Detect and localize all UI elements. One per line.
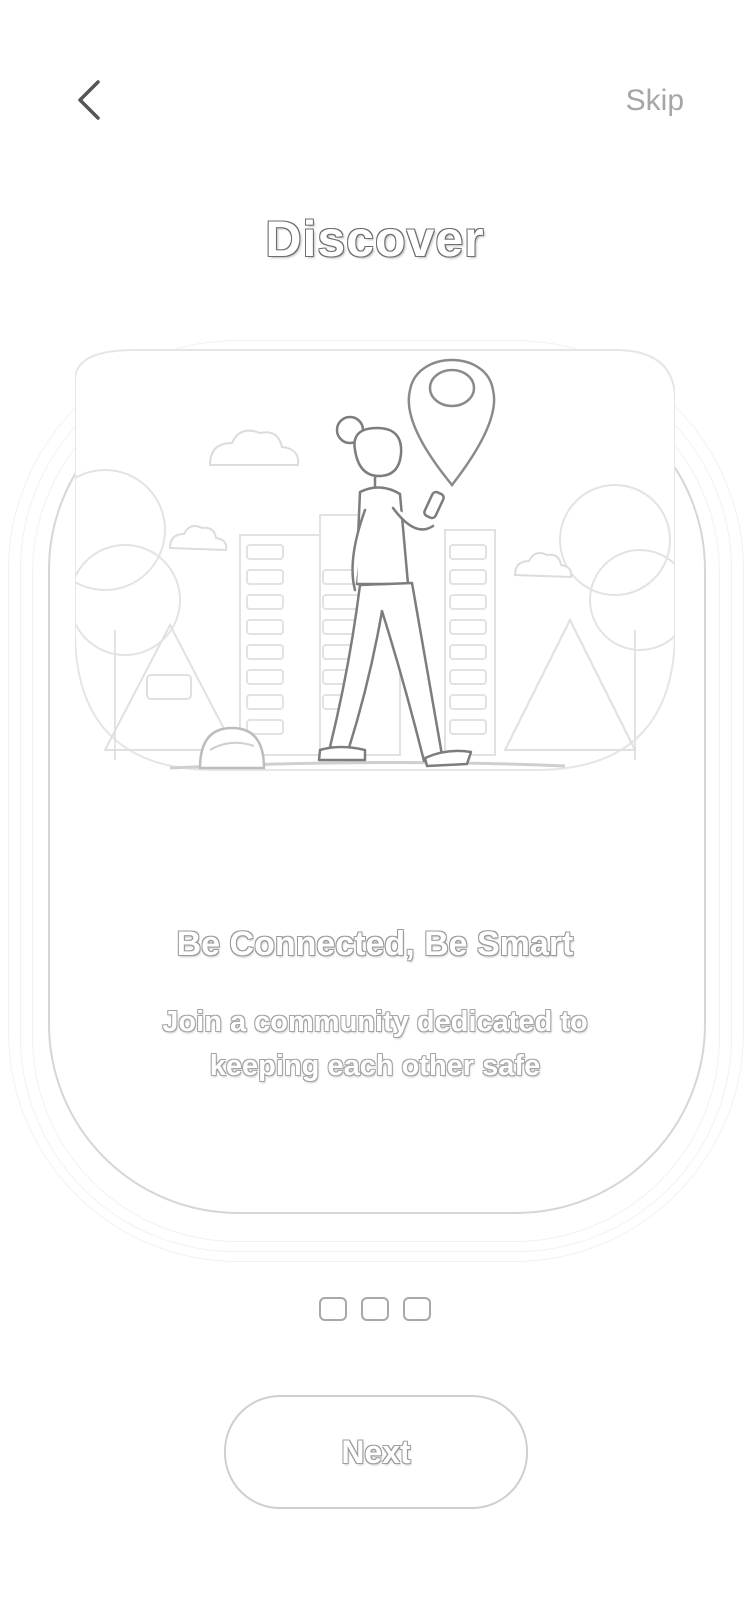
back-button[interactable] <box>70 78 114 122</box>
next-button-label: Next <box>341 1433 411 1470</box>
pagination-dot-2[interactable] <box>361 1297 389 1321</box>
pagination-dots <box>0 1297 750 1321</box>
page-title: Discover <box>265 211 485 267</box>
onboarding-illustration <box>75 349 675 771</box>
chevron-left-icon <box>78 80 100 120</box>
onboarding-description: Join a community dedicated to keeping ea… <box>162 1006 588 1082</box>
skip-button[interactable]: Skip <box>626 84 684 118</box>
pagination-dot-1[interactable] <box>319 1297 347 1321</box>
next-button[interactable]: Next <box>224 1395 528 1509</box>
pagination-dot-3[interactable] <box>403 1297 431 1321</box>
onboarding-headline: Be Connected, Be Smart <box>176 925 574 963</box>
onboarding-screen: Skip Discover Be Connected, Be Smart Joi… <box>0 0 750 1624</box>
